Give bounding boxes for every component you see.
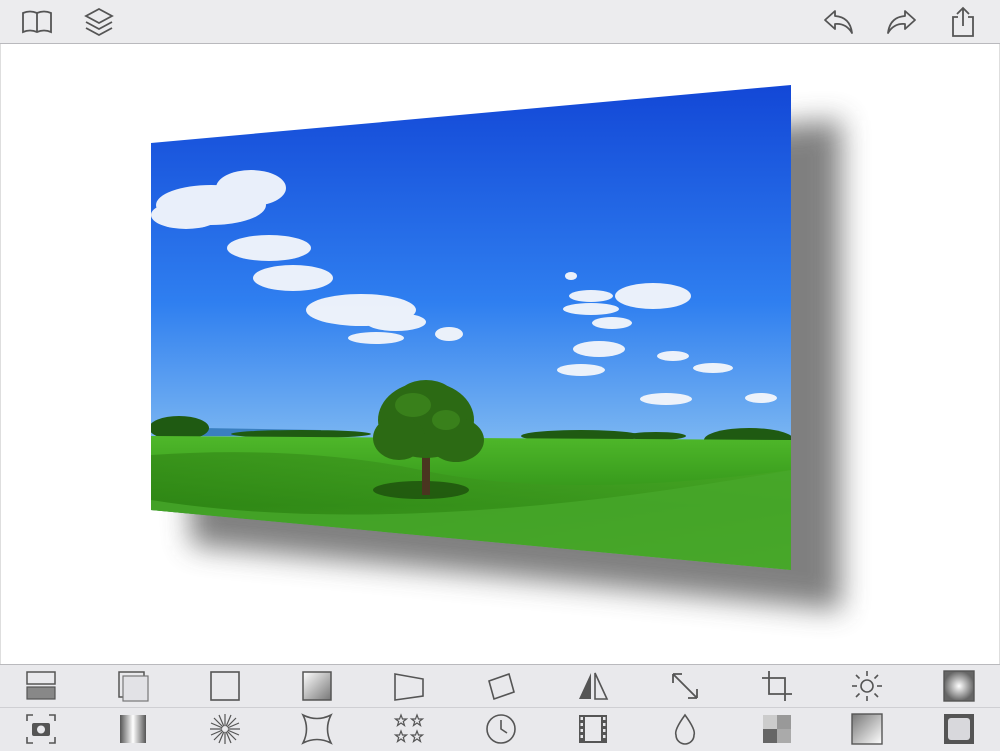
square-frame-icon[interactable] [206, 668, 244, 704]
stars-icon[interactable] [390, 711, 428, 747]
resize-icon[interactable] [666, 668, 704, 704]
share-icon[interactable] [945, 4, 981, 40]
double-frame-icon[interactable] [114, 668, 152, 704]
photo-canvas[interactable] [0, 44, 1000, 664]
bottom-toolbar [0, 664, 1000, 751]
gradient-frame-icon[interactable] [298, 668, 336, 704]
linear-gradient-icon[interactable] [114, 711, 152, 747]
crop-icon[interactable] [758, 668, 796, 704]
camera-icon[interactable] [22, 711, 60, 747]
redo-icon[interactable] [883, 4, 919, 40]
perspective-icon[interactable] [390, 668, 428, 704]
tool-row-1 [0, 665, 1000, 707]
drop-icon[interactable] [666, 711, 704, 747]
landscape-photo[interactable] [1, 44, 1000, 664]
layers-icon[interactable] [81, 4, 117, 40]
rounded-frame-icon[interactable] [940, 711, 978, 747]
top-toolbar [0, 0, 1000, 44]
pixelate-icon[interactable] [758, 711, 796, 747]
brightness-icon[interactable] [848, 668, 886, 704]
frame-style-icon[interactable] [22, 668, 60, 704]
flip-icon[interactable] [574, 668, 612, 704]
timer-icon[interactable] [482, 711, 520, 747]
undo-icon[interactable] [821, 4, 857, 40]
film-strip-icon[interactable] [574, 711, 612, 747]
vignette-icon[interactable] [940, 668, 978, 704]
book-icon[interactable] [19, 4, 55, 40]
shading-icon[interactable] [848, 711, 886, 747]
rotate-icon[interactable] [482, 668, 520, 704]
tool-row-2 [0, 708, 1000, 750]
distort-icon[interactable] [298, 711, 336, 747]
starburst-icon[interactable] [206, 711, 244, 747]
